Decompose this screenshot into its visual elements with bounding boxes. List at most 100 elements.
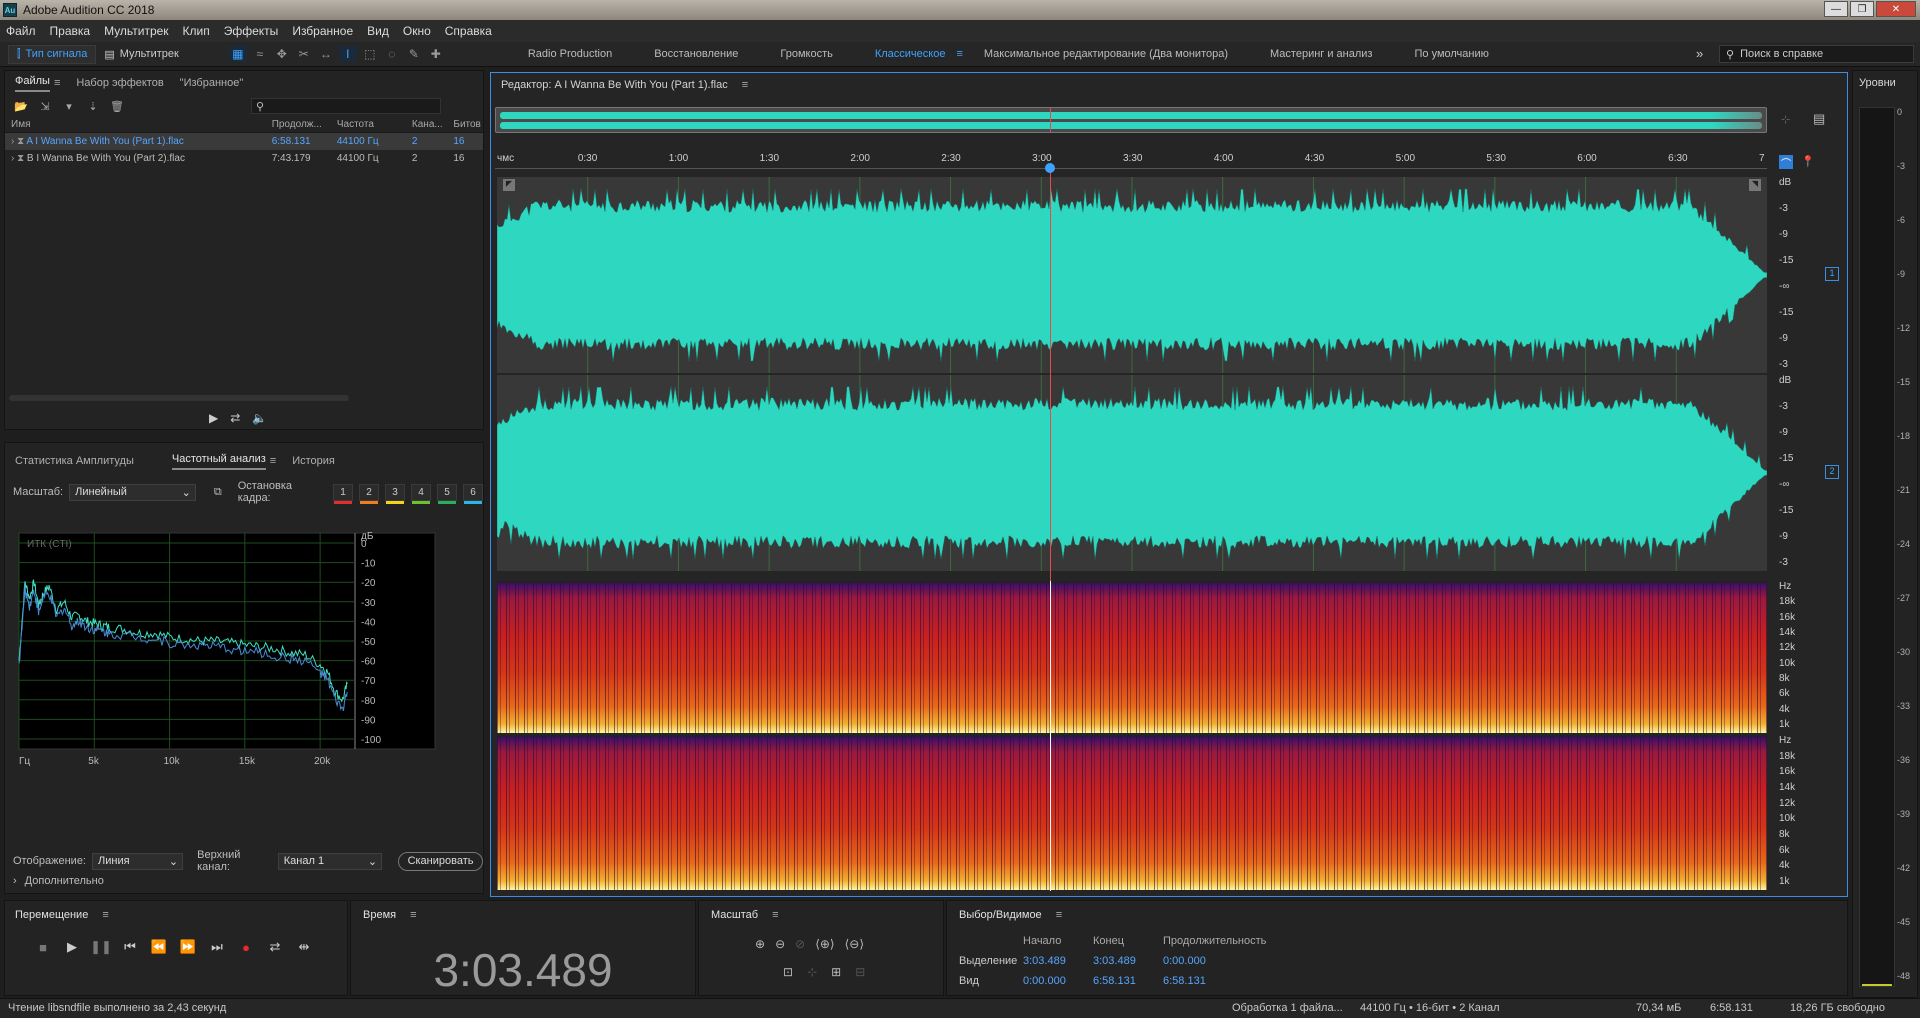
waveform-channel-2[interactable] xyxy=(496,375,1768,571)
overview-bar[interactable] xyxy=(495,107,1767,133)
autoplay-icon[interactable]: 🔈 xyxy=(252,411,267,425)
workspace-default[interactable]: По умолчанию xyxy=(1393,48,1509,60)
panel-menu-icon[interactable]: ≡ xyxy=(54,77,60,89)
col-name[interactable]: Имя xyxy=(5,119,272,130)
razor-tool-icon[interactable]: ✂ xyxy=(295,46,313,62)
channel-1-toggle[interactable]: 1 xyxy=(1825,267,1839,281)
tab-favorites[interactable]: "Избранное" xyxy=(180,77,244,89)
file-row[interactable]: › ⧗ A I Wanna Be With You (Part 1).flac … xyxy=(5,133,483,150)
insert-icon[interactable]: ⇣ xyxy=(83,98,103,114)
new-file-icon[interactable]: ▾ xyxy=(59,98,79,114)
scale-select[interactable]: Линейный ⌄ xyxy=(69,483,196,501)
freeze-button-2[interactable]: 2 xyxy=(359,483,379,504)
more-workspaces-icon[interactable]: » xyxy=(1696,46,1703,61)
menu-effects[interactable]: Эффекты xyxy=(224,24,279,38)
panel-menu-icon[interactable]: ≡ xyxy=(742,79,748,91)
menu-window[interactable]: Окно xyxy=(403,24,431,38)
view-end[interactable]: 6:58.131 xyxy=(1093,975,1163,987)
menu-view[interactable]: Вид xyxy=(367,24,389,38)
lasso-tool-icon[interactable]: ◌ xyxy=(383,46,401,62)
menu-file[interactable]: Файл xyxy=(6,24,36,38)
record-icon[interactable]: ● xyxy=(234,937,258,957)
stop-icon[interactable]: ■ xyxy=(31,937,55,957)
col-channels[interactable]: Кана... xyxy=(412,119,453,130)
zoom-in-time-icon[interactable]: ⟨⊕⟩ xyxy=(815,937,834,951)
zoom-in-point-icon[interactable]: ⊘ xyxy=(795,937,805,951)
freeze-button-3[interactable]: 3 xyxy=(385,483,405,504)
close-icon[interactable]: ✕ xyxy=(1876,1,1916,17)
marker-icon[interactable]: 📍 xyxy=(1801,155,1815,168)
channel-select[interactable]: Канал 1 ⌄ xyxy=(277,852,383,870)
spectral-channel-2[interactable] xyxy=(497,735,1767,890)
time-selection-tool-icon[interactable]: I xyxy=(338,46,357,62)
display-select[interactable]: Линия ⌄ xyxy=(92,852,184,870)
zoom-full-icon[interactable]: ⊞ xyxy=(831,965,841,979)
skip-selection-icon[interactable]: ⇹ xyxy=(292,937,316,957)
zoom-to-selection-icon[interactable]: ⊡ xyxy=(783,965,793,979)
more-section[interactable]: › Дополнительно xyxy=(13,875,104,887)
rewind-icon[interactable]: ⏪ xyxy=(147,937,171,957)
pause-icon[interactable]: ❚❚ xyxy=(89,937,113,957)
menu-clip[interactable]: Клип xyxy=(183,24,210,38)
freeze-toggle-icon[interactable]: ⧉ xyxy=(214,486,222,499)
minimize-icon[interactable]: — xyxy=(1824,1,1848,17)
panel-menu-icon[interactable]: ≡ xyxy=(270,455,276,467)
import-file-icon[interactable]: ⇲ xyxy=(35,98,55,114)
col-rate[interactable]: Частота xyxy=(337,119,412,130)
tab-history[interactable]: История xyxy=(292,455,335,467)
move-tool-icon[interactable]: ✥ xyxy=(273,46,291,62)
selection-duration[interactable]: 0:00.000 xyxy=(1163,955,1206,967)
selection-start[interactable]: 3:03.489 xyxy=(1023,955,1093,967)
scan-button[interactable]: Сканировать xyxy=(398,851,483,871)
panel-menu-icon[interactable]: ≡ xyxy=(772,909,778,921)
menu-help[interactable]: Справка xyxy=(445,24,492,38)
tab-files[interactable]: Файлы xyxy=(15,75,50,92)
zoom-out-full-icon[interactable]: ⊹ xyxy=(807,965,817,979)
horizontal-scrollbar[interactable] xyxy=(9,395,349,401)
waveform-channel-1[interactable]: ◤ ◥ xyxy=(496,177,1768,373)
channel-2-toggle[interactable]: 2 xyxy=(1825,465,1839,479)
spectral-channel-1[interactable] xyxy=(497,581,1767,733)
multitrack-view-button[interactable]: ▤ Мультитрек xyxy=(96,45,187,64)
panel-menu-icon[interactable]: ≡ xyxy=(102,909,108,921)
loop-preview-icon[interactable]: ⇄ xyxy=(230,411,240,425)
open-file-icon[interactable]: 📂 xyxy=(11,98,31,114)
col-duration[interactable]: Продолж... xyxy=(272,119,337,130)
marquee-tool-icon[interactable]: ⬚ xyxy=(361,46,379,62)
spot-healing-icon[interactable]: ✚ xyxy=(427,46,445,62)
go-to-start-icon[interactable]: ⏮ xyxy=(118,937,142,957)
tab-effects-rack[interactable]: Набор эффектов xyxy=(76,77,163,89)
play-icon[interactable]: ▶ xyxy=(60,937,84,957)
maximize-icon[interactable]: ❐ xyxy=(1850,1,1874,17)
zoom-to-region-icon[interactable]: ⊟ xyxy=(855,965,865,979)
zoom-overview-icon[interactable]: ⊹ xyxy=(1781,113,1790,126)
help-search-input[interactable]: ⚲ Поиск в справке xyxy=(1719,45,1914,63)
zoom-out-amplitude-icon[interactable]: ⊖ xyxy=(775,937,785,951)
freeze-button-4[interactable]: 4 xyxy=(411,483,431,504)
workspace-radio-production[interactable]: Radio Production xyxy=(507,48,633,60)
toggle-overview-icon[interactable]: ▤ xyxy=(1813,111,1825,127)
timeline-ruler[interactable]: чмс 0:30 1:00 1:30 2:00 2:30 3:00 3:30 4:00 4:30 5… xyxy=(495,153,1767,169)
fade-in-handle-icon[interactable]: ◤ xyxy=(503,179,515,191)
fast-forward-icon[interactable]: ⏩ xyxy=(176,937,200,957)
snap-icon[interactable]: ⌒ xyxy=(1779,155,1793,170)
tab-frequency-analysis[interactable]: Частотный анализ xyxy=(171,453,266,470)
slip-tool-icon[interactable]: ↔ xyxy=(317,46,335,62)
zoom-in-amplitude-icon[interactable]: ⊕ xyxy=(755,937,765,951)
file-row[interactable]: › ⧗ B I Wanna Be With You (Part 2).flac … xyxy=(5,150,483,167)
col-bits[interactable]: Битов xyxy=(453,119,483,130)
brush-tool-icon[interactable]: ✎ xyxy=(405,46,423,62)
workspace-max-editing[interactable]: Максимальное редактирование (Два монитор… xyxy=(963,48,1249,60)
selection-end[interactable]: 3:03.489 xyxy=(1093,955,1163,967)
freeze-button-1[interactable]: 1 xyxy=(333,483,353,504)
workspace-classic[interactable]: Классическое xyxy=(854,48,967,60)
menu-favorites[interactable]: Избранное xyxy=(292,24,353,38)
panel-menu-icon[interactable]: ≡ xyxy=(410,909,416,921)
zoom-out-time-icon[interactable]: ⟨⊖⟩ xyxy=(845,937,864,951)
play-preview-icon[interactable]: ▶ xyxy=(209,411,218,425)
go-to-end-icon[interactable]: ⏭ xyxy=(205,937,229,957)
freeze-button-5[interactable]: 5 xyxy=(437,483,457,504)
tab-amplitude-stats[interactable]: Статистика Амплитуды xyxy=(15,455,134,467)
playhead-handle-icon[interactable] xyxy=(1044,163,1055,173)
menu-edit[interactable]: Правка xyxy=(50,24,91,38)
